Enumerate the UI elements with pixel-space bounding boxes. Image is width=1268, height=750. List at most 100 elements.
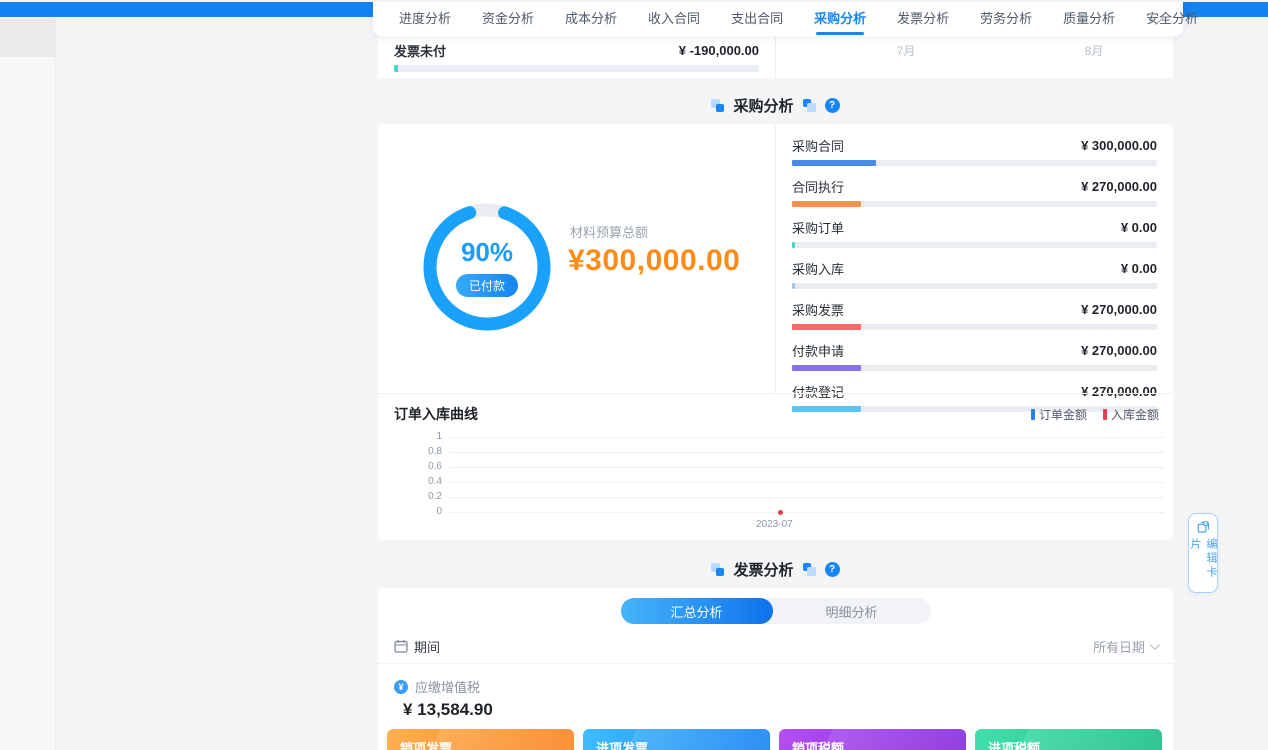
bar-fill xyxy=(792,160,876,166)
legend-item[interactable]: 订单金额 xyxy=(1031,406,1087,423)
edit-card-label: 编辑卡片 xyxy=(1187,538,1219,592)
budget-amount: ¥300,000.00 xyxy=(568,244,740,278)
payment-donut-chart: 90% 已付款 xyxy=(418,198,556,336)
bar-value: ¥ 0.00 xyxy=(1121,261,1157,276)
tab-labor-analysis[interactable]: 劳务分析 xyxy=(980,2,1032,36)
bar-track xyxy=(792,365,1157,371)
data-point-dot[interactable] xyxy=(778,510,783,515)
legend-label: 入库金额 xyxy=(1111,406,1159,423)
help-icon[interactable]: ? xyxy=(825,562,840,577)
bar-label: 付款申请 xyxy=(792,341,844,360)
card-label: 销项发票 xyxy=(400,741,452,750)
card-output-invoice[interactable]: 销项发票 xyxy=(387,729,574,750)
card-label: 进项税额 xyxy=(988,741,1040,750)
bar-fill xyxy=(792,324,861,330)
y-tick: 0 xyxy=(416,506,442,517)
invoice-section-title: 发票分析 xyxy=(733,559,793,580)
tab-income-contract[interactable]: 收入合同 xyxy=(648,2,700,36)
deco-squares-icon xyxy=(711,563,724,576)
x-axis-label: 2023-07 xyxy=(756,519,793,530)
tab-invoice-analysis[interactable]: 发票分析 xyxy=(897,2,949,36)
left-sidebar-strip xyxy=(0,17,56,750)
invoice-unpaid-label: 发票未付 xyxy=(394,41,446,60)
bar-value: ¥ 270,000.00 xyxy=(1081,179,1157,194)
bar-fill xyxy=(792,365,861,371)
paid-badge: 已付款 xyxy=(456,274,518,297)
bar-row: 付款申请 ¥ 270,000.00 xyxy=(792,342,1157,371)
invoice-panel: 汇总分析 明细分析 期间 所有日期 ¥ 应缴增值税 ¥ 13,584.90 销项… xyxy=(378,588,1173,750)
toggle-detail-analysis[interactable]: 明细分析 xyxy=(773,598,931,624)
y-tick: 0.4 xyxy=(416,476,442,487)
bar-label: 采购订单 xyxy=(792,218,844,237)
period-label: 期间 xyxy=(414,637,440,656)
edit-cards-icon xyxy=(1197,521,1210,533)
bar-fill xyxy=(792,201,861,207)
legend-label: 订单金额 xyxy=(1039,406,1087,423)
month-axis-label: 7月 xyxy=(884,42,928,59)
card-output-tax[interactable]: 销项税额 xyxy=(779,729,966,750)
vat-label: 应缴增值税 xyxy=(415,677,480,696)
bar-row: 采购发票 ¥ 270,000.00 xyxy=(792,301,1157,330)
vat-label-row: ¥ 应缴增值税 xyxy=(394,677,480,696)
date-range-select[interactable]: 所有日期 xyxy=(1093,637,1157,656)
tab-quality-analysis[interactable]: 质量分析 xyxy=(1063,2,1115,36)
bar-label: 付款登记 xyxy=(792,382,844,401)
analysis-mode-toggle: 汇总分析 明细分析 xyxy=(621,598,931,624)
purchase-panel: 90% 已付款 材料预算总额 ¥300,000.00 采购合同¥ 300,000… xyxy=(378,124,1173,540)
partial-month-chart: 7月 8月 xyxy=(775,36,1173,78)
card-input-invoice[interactable]: 进项发票 xyxy=(583,729,770,750)
bar-row: 合同执行 ¥ 270,000.00 xyxy=(792,178,1157,207)
bar-row: 采购合同¥ 300,000.00 xyxy=(792,137,1157,166)
calendar-icon xyxy=(394,639,408,653)
paid-percent: 90% xyxy=(461,237,513,268)
vat-value: ¥ 13,584.90 xyxy=(403,700,493,720)
edit-card-button[interactable]: 编辑卡片 xyxy=(1188,513,1218,593)
tab-purchase-analysis[interactable]: 采购分析 xyxy=(814,2,866,36)
bar-value: ¥ 270,000.00 xyxy=(1081,384,1157,399)
tab-expense-contract[interactable]: 支出合同 xyxy=(731,2,783,36)
period-filter-row: 期间 所有日期 xyxy=(394,636,1157,656)
bar-row: 采购入库 ¥ 0.00 xyxy=(792,260,1157,289)
invoice-unpaid-value: ¥ -190,000.00 xyxy=(679,43,759,58)
bar-label: 合同执行 xyxy=(792,177,844,196)
coin-icon: ¥ xyxy=(394,680,408,694)
purchase-section-header: 采购分析 ? xyxy=(378,92,1173,118)
deco-squares-icon xyxy=(803,563,816,576)
y-tick: 0.2 xyxy=(416,491,442,502)
bar-value: ¥ 270,000.00 xyxy=(1081,302,1157,317)
toggle-summary-analysis[interactable]: 汇总分析 xyxy=(621,598,773,624)
tab-cost-analysis[interactable]: 成本分析 xyxy=(565,2,617,36)
bar-row: 采购订单¥ 0.00 xyxy=(792,219,1157,248)
deco-squares-icon xyxy=(803,99,816,112)
bar-track xyxy=(792,283,1157,289)
bar-label: 采购合同 xyxy=(792,136,844,155)
invoice-unpaid-cell: 发票未付 ¥ -190,000.00 xyxy=(378,36,775,78)
card-input-tax[interactable]: 进项税额 xyxy=(975,729,1162,750)
bar-label: 采购发票 xyxy=(792,300,844,319)
bar-track xyxy=(792,242,1157,248)
purchase-bars-cell: 采购合同¥ 300,000.00 合同执行¥ 270,000.00 采购订单¥ … xyxy=(775,124,1173,393)
analysis-tab-bar: 进度分析 资金分析 成本分析 收入合同 支出合同 采购分析 发票分析 劳务分析 … xyxy=(373,2,1183,36)
legend-swatch xyxy=(1031,409,1035,420)
order-chart-title: 订单入库曲线 xyxy=(394,404,478,424)
help-icon[interactable]: ? xyxy=(825,98,840,113)
budget-caption: 材料预算总额 xyxy=(570,222,648,241)
legend-swatch xyxy=(1103,409,1107,420)
order-line-chart: 1 0.8 0.6 0.4 0.2 0 2023-07 xyxy=(416,430,1164,540)
month-axis-label: 8月 xyxy=(1072,42,1116,59)
card-label: 进项发票 xyxy=(596,741,648,750)
date-range-value: 所有日期 xyxy=(1093,637,1145,656)
bar-label: 采购入库 xyxy=(792,259,844,278)
bar-track xyxy=(792,324,1157,330)
invoice-unpaid-progress xyxy=(394,65,759,72)
bar-track xyxy=(792,201,1157,207)
bar-value: ¥ 270,000.00 xyxy=(1081,343,1157,358)
budget-donut-cell: 90% 已付款 材料预算总额 ¥300,000.00 xyxy=(378,124,775,393)
legend-item[interactable]: 入库金额 xyxy=(1103,406,1159,423)
bar-fill xyxy=(792,283,795,289)
tab-progress-analysis[interactable]: 进度分析 xyxy=(399,2,451,36)
panel-divider xyxy=(378,663,1173,664)
tab-fund-analysis[interactable]: 资金分析 xyxy=(482,2,534,36)
tax-cards-row: 销项发票 进项发票 销项税额 进项税额 xyxy=(387,729,1162,750)
deco-squares-icon xyxy=(711,99,724,112)
